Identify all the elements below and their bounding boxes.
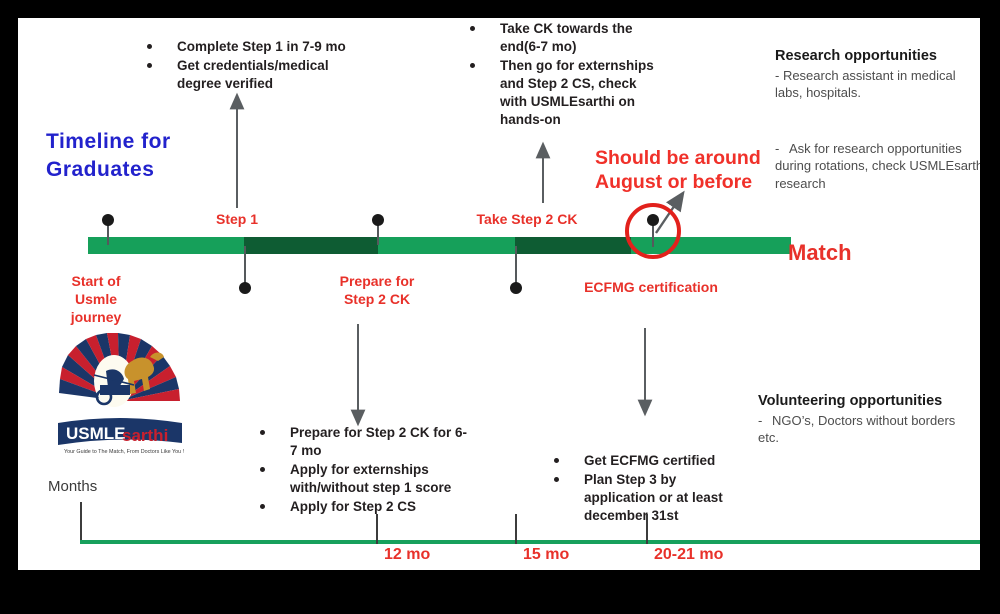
timeline-label-prepare-for-step-2-ck: Prepare for Step 2 CK — [339, 273, 415, 308]
bar-segment-dark-2 — [515, 237, 631, 254]
list-item: Get ECFMG certified — [550, 452, 742, 470]
stem-step1-below — [244, 246, 246, 286]
dash-marker: - — [775, 141, 780, 156]
list-item: Apply for Step 2 CS — [256, 498, 471, 516]
callout-line2: August or before — [595, 171, 753, 194]
research-ask-item: - Ask for research opportunities during r… — [775, 141, 980, 191]
screenshot-frame: Complete Step 1 in 7-9 mo Get credential… — [0, 0, 1000, 614]
bar-segment-light-2 — [378, 237, 515, 254]
axis-tick-20-21mo — [646, 514, 648, 544]
axis-tick-label-20-21mo: 20-21 mo — [654, 546, 724, 563]
axis-tick-label-15mo: 15 mo — [523, 546, 570, 563]
research-opportunities-block: Research opportunities - Research assist… — [775, 48, 980, 102]
list-item: Apply for externships with/without step … — [256, 461, 471, 497]
axis-line — [80, 540, 980, 544]
bottom-left-bullets: Prepare for Step 2 CK for 6-7 mo Apply f… — [256, 424, 471, 517]
logo-word-sarthi: sarthi — [122, 426, 168, 445]
callout-august: Should be around August or before — [595, 146, 770, 195]
bar-segment-dark-1 — [244, 237, 378, 254]
highlight-circle-match — [625, 203, 681, 259]
research-note: - Research assistant in medical labs, ho… — [775, 68, 956, 101]
volunteering-item: - NGO’s, Doctors without borders etc. — [758, 413, 956, 446]
timeline-bar — [88, 237, 843, 254]
stem-start — [107, 223, 109, 245]
timeline-label-step-1: Step 1 — [215, 211, 258, 227]
dash-marker: - — [758, 413, 763, 428]
axis-caption-months: Months — [48, 478, 98, 495]
axis-origin-tick — [80, 502, 82, 542]
page-title: Timeline for Graduates — [46, 128, 246, 185]
stem-ck-below — [515, 246, 517, 286]
research-heading: Research opportunities — [775, 48, 937, 64]
logo-artwork: USMLE sarthi Your Guide to The Match, Fr… — [58, 333, 185, 455]
axis-tick-15mo — [515, 514, 517, 544]
list-item: Take CK towards the end(6-7 mo) — [466, 20, 666, 56]
axis-tick-12mo — [376, 514, 378, 544]
milestone-dot-start — [102, 214, 114, 226]
list-item: Prepare for Step 2 CK for 6-7 mo — [256, 424, 471, 460]
timeline-label-take-step-2-ck: Take Step 2 CK — [476, 211, 578, 227]
stem-prepare — [377, 223, 379, 245]
milestone-dot-prepare — [372, 214, 384, 226]
list-item: Then go for externships and Step 2 CS, c… — [466, 57, 666, 129]
slide-canvas: Complete Step 1 in 7-9 mo Get credential… — [18, 18, 980, 570]
volunteering-opportunities-block: Volunteering opportunities - NGO’s, Docto… — [758, 393, 973, 447]
list-item: Complete Step 1 in 7-9 mo — [143, 38, 358, 56]
callout-line1: Should be around — [595, 147, 761, 169]
top-left-bullets: Complete Step 1 in 7-9 mo Get credential… — [143, 38, 358, 94]
timeline-label-ecfmg-certification: ECFMG certification — [584, 279, 718, 295]
page-title-line1: Timeline for — [46, 130, 171, 153]
volunteering-heading: Volunteering opportunities — [758, 393, 943, 409]
milestone-dot-step1 — [239, 282, 251, 294]
timeline-label-start-of-usmle-journey: Start of Usmle journey — [70, 273, 122, 326]
timeline-label-match: Match — [788, 240, 852, 265]
page-title-line2: Graduates — [46, 158, 155, 182]
logo-word-usmle: USMLE — [66, 424, 126, 443]
axis-tick-label-12mo: 12 mo — [384, 546, 431, 563]
logo-tagline: Your Guide to The Match, From Doctors Li… — [64, 449, 185, 455]
usmlesarthi-logo: USMLE sarthi Your Guide to The Match, Fr… — [50, 333, 190, 463]
top-middle-bullets: Take CK towards the end(6-7 mo) Then go … — [466, 20, 666, 130]
milestone-dot-ck — [510, 282, 522, 294]
bar-segment-light-1 — [88, 237, 244, 254]
list-item: Get credentials/medical degree verified — [143, 57, 358, 93]
